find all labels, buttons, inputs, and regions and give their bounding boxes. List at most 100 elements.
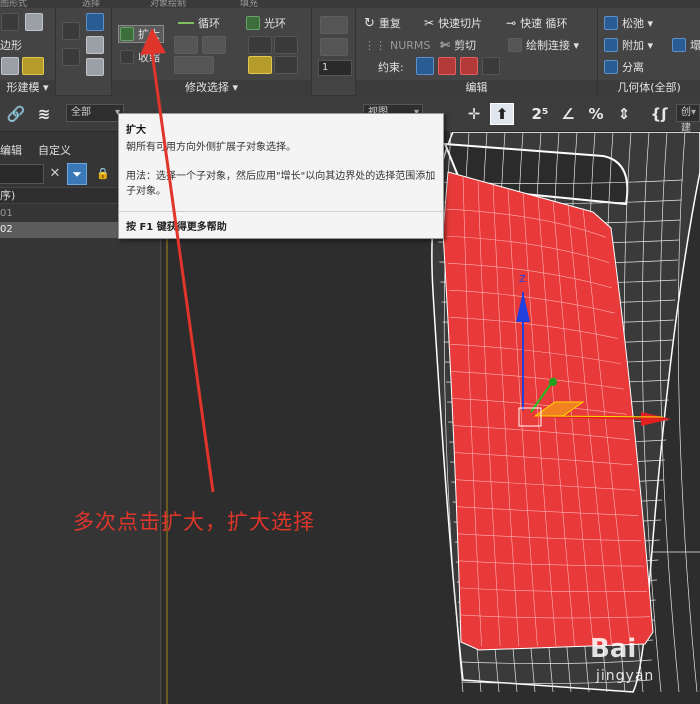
bind-spacewarp-icon[interactable]: ≋ [32, 103, 56, 125]
grow-label: 扩大 [138, 28, 160, 41]
loop-add-icon[interactable] [174, 36, 198, 54]
quickloop-icon: ⊸ [506, 16, 517, 30]
loop-button[interactable]: 循环 [178, 14, 220, 32]
collapse-icon [672, 38, 686, 52]
ribbon-tabstrip: 图形式 选择 对象绘制 填充 [0, 0, 700, 8]
selection-filter-dropdown[interactable]: 全部 [66, 104, 124, 122]
select-by-icon[interactable] [62, 22, 80, 40]
group-title-edit[interactable]: 编辑 [356, 80, 597, 96]
watermark-logo: Bai [590, 634, 637, 664]
constraint-face-icon[interactable] [460, 57, 478, 75]
menu-customize[interactable]: 自定义 [38, 142, 71, 160]
loop-mode-icon[interactable] [174, 56, 214, 74]
gizmo-z-label: Z [519, 274, 526, 285]
shrink-icon [120, 50, 134, 64]
tooltip-help: 按 F1 键获得更多帮助 [126, 222, 227, 233]
vertex-mode-icon[interactable] [1, 13, 19, 31]
paintconnect-button[interactable]: 绘制连接 ▾ [508, 36, 579, 54]
relax-button[interactable]: 松弛 ▾ [604, 14, 653, 32]
cut-label: 剪切 [454, 39, 477, 52]
quickloop-label: 快速 循环 [520, 17, 568, 30]
gizmo-y-arrowhead [549, 378, 557, 386]
loop-remove-icon[interactable] [202, 36, 226, 54]
select-vertex-icon[interactable] [86, 13, 104, 31]
attach-icon [604, 38, 618, 52]
repeat-button[interactable]: ↻ 重复 [364, 14, 401, 32]
select-face-icon[interactable] [86, 58, 104, 76]
soft-select-icon[interactable] [1, 57, 19, 75]
select-backface-icon[interactable] [62, 48, 80, 66]
annotation-text: 多次点击扩大，扩大选择 [73, 510, 315, 534]
tooltip-description: 朝所有可用方向外侧扩展子对象选择。 [126, 142, 296, 153]
filter-icon[interactable]: ⏷ [67, 163, 87, 185]
group-title-geometry[interactable]: 几何体(全部) [598, 80, 700, 96]
pivot-center-icon[interactable]: ✛ [462, 103, 486, 125]
angle-snap-icon[interactable]: ∠ [556, 103, 580, 125]
ring-icon [246, 16, 260, 30]
named-selection-icon[interactable]: {ʃ [646, 103, 672, 125]
search-input[interactable] [0, 164, 44, 184]
group-title-modeling[interactable]: 形建模 ▾ [0, 80, 55, 96]
nurms-icon: ⋮⋮ [364, 38, 386, 52]
baidu-watermark: Bai jingyan [590, 634, 696, 700]
create-selection-set[interactable]: 创建 [676, 104, 700, 134]
ribbon-group-modify-selection: 扩大 收缩 循环 光环 修改选择 ▾ [112, 8, 312, 96]
tooltip-usage: 用法：选择一个子对象，然后应用"增长"以向其边界处的选择范围添加子对象。 [126, 171, 436, 197]
select-manipulate-icon[interactable]: ⬆ [490, 103, 514, 125]
preserve-uv-icon[interactable] [320, 16, 348, 34]
select-edge-icon[interactable] [86, 36, 104, 54]
snap-toggle-icon[interactable]: 2⁵ [528, 103, 552, 125]
grow-tooltip: 扩大 朝所有可用方向外侧扩展子对象选择。 用法：选择一个子对象，然后应用"增长"… [118, 113, 444, 239]
detach-button[interactable]: 分离 [604, 58, 644, 76]
collapse-button[interactable]: 塌 [672, 36, 700, 54]
paintconnect-icon [508, 38, 522, 52]
ring-mode2-icon[interactable] [274, 56, 298, 74]
nurms-button[interactable]: ⋮⋮ NURMS [364, 36, 430, 54]
loop-icon [178, 22, 194, 24]
link-icon[interactable]: 🔗 [4, 103, 28, 125]
lock-icon[interactable]: 🔒 [96, 166, 110, 182]
attach-button[interactable]: 附加 ▾ [604, 36, 653, 54]
paintconnect-label: 绘制连接 ▾ [526, 39, 580, 52]
grow-icon [120, 27, 134, 41]
spinner-snap-icon[interactable]: ⇕ [612, 103, 636, 125]
constraint-none-icon[interactable] [416, 57, 434, 75]
ribbon-tab[interactable]: 对象绘制 [150, 0, 186, 8]
shrink-button[interactable]: 收缩 [120, 48, 160, 66]
relax-label: 松弛 ▾ [622, 17, 654, 30]
percent-snap-icon[interactable]: % [584, 103, 608, 125]
settings-icon[interactable] [320, 38, 348, 56]
ribbon: 图形式 选择 对象绘制 填充 边形 形建模 ▾ 扩大 收缩 循环 光环 修改选择… [0, 0, 700, 96]
ribbon-group-spinner: 1 [312, 8, 356, 96]
grow-button[interactable]: 扩大 [118, 25, 164, 43]
element-mode-icon[interactable] [25, 13, 43, 31]
constraint-normal-icon[interactable] [482, 57, 500, 75]
cut-button[interactable]: ✄ 剪切 [440, 36, 476, 54]
menu-edit[interactable]: 编辑 [0, 142, 22, 160]
relax-icon [604, 16, 618, 30]
ribbon-tab[interactable]: 填充 [240, 0, 258, 8]
repeat-icon: ↻ [364, 15, 375, 31]
ribbon-tab[interactable]: 图形式 [0, 0, 27, 8]
ring-add-icon[interactable] [248, 36, 272, 54]
polygon-mode-label[interactable]: 边形 [0, 36, 22, 54]
ribbon-group-modeling: 边形 形建模 ▾ [0, 8, 56, 96]
constraint-edge-icon[interactable] [438, 57, 456, 75]
shrink-label: 收缩 [138, 51, 160, 64]
ribbon-tab[interactable]: 选择 [82, 0, 100, 8]
collapse-label: 塌 [690, 39, 700, 52]
ring-button[interactable]: 光环 [246, 14, 286, 32]
ribbon-group-edit: ↻ 重复 ✂ 快速切片 ⊸ 快速 循环 ⋮⋮ NURMS ✄ 剪切 绘制连接 ▾… [356, 8, 598, 96]
iterations-spinner[interactable]: 1 [318, 60, 352, 76]
clear-search-icon[interactable]: ✕ [48, 165, 62, 183]
watermark-sub: jingyan [596, 668, 655, 684]
ribbon-group-geometry: 松弛 ▾ 附加 ▾ 塌 分离 几何体(全部) [598, 8, 700, 96]
paint-deform-icon[interactable] [22, 57, 44, 75]
group-title-modify-selection[interactable]: 修改选择 ▾ [112, 80, 311, 96]
ring-remove-icon[interactable] [274, 36, 298, 54]
quickslice-button[interactable]: ✂ 快速切片 [424, 14, 482, 32]
quickloop-button[interactable]: ⊸ 快速 循环 [506, 14, 568, 32]
cut-icon: ✄ [440, 38, 451, 52]
detach-icon [604, 60, 618, 74]
ring-mode-icon[interactable] [248, 56, 272, 74]
